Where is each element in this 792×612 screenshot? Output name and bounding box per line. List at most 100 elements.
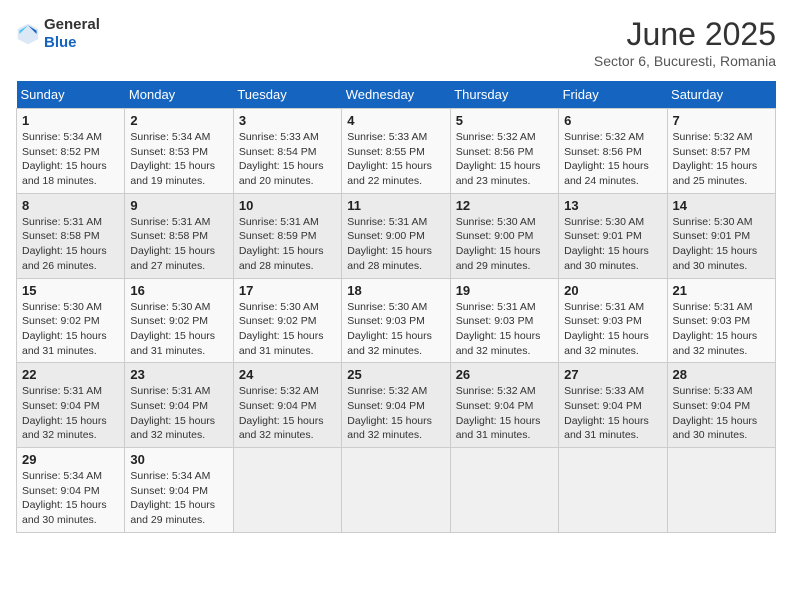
day-info: Sunrise: 5:32 AM Sunset: 9:04 PM Dayligh…	[456, 384, 553, 443]
day-info: Sunrise: 5:34 AM Sunset: 8:53 PM Dayligh…	[130, 130, 227, 189]
calendar-cell: 24 Sunrise: 5:32 AM Sunset: 9:04 PM Dayli…	[233, 363, 341, 448]
calendar-cell: 17Sunrise: 5:30 AM Sunset: 9:02 PM Dayli…	[233, 278, 341, 363]
calendar-cell: 18 Sunrise: 5:30 AM Sunset: 9:03 PM Dayli…	[342, 278, 450, 363]
day-number: 1	[22, 113, 119, 128]
weekday-header-wednesday: Wednesday	[342, 81, 450, 109]
day-info: Sunrise: 5:32 AM Sunset: 8:57 PM Dayligh…	[673, 130, 770, 189]
day-info: Sunrise: 5:30 AM Sunset: 9:01 PM Dayligh…	[673, 215, 770, 274]
calendar-cell: 6Sunrise: 5:32 AM Sunset: 8:56 PM Daylig…	[559, 109, 667, 194]
calendar-cell: 30 Sunrise: 5:34 AM Sunset: 9:04 PM Dayli…	[125, 448, 233, 533]
day-number: 21	[673, 283, 770, 298]
header: General Blue June 2025 Sector 6, Bucures…	[16, 16, 776, 69]
calendar-cell: 26 Sunrise: 5:32 AM Sunset: 9:04 PM Dayli…	[450, 363, 558, 448]
day-number: 15	[22, 283, 119, 298]
day-number: 9	[130, 198, 227, 213]
calendar-cell	[342, 448, 450, 533]
day-number: 20	[564, 283, 661, 298]
weekday-header-sunday: Sunday	[17, 81, 125, 109]
day-number: 27	[564, 367, 661, 382]
calendar-cell: 12 Sunrise: 5:30 AM Sunset: 9:00 PM Dayli…	[450, 193, 558, 278]
calendar-cell: 16 Sunrise: 5:30 AM Sunset: 9:02 PM Dayli…	[125, 278, 233, 363]
day-number: 11	[347, 198, 444, 213]
calendar-cell: 21Sunrise: 5:31 AM Sunset: 9:03 PM Dayli…	[667, 278, 775, 363]
calendar-cell: 28Sunrise: 5:33 AM Sunset: 9:04 PM Dayli…	[667, 363, 775, 448]
day-number: 8	[22, 198, 119, 213]
day-info: Sunrise: 5:30 AM Sunset: 9:00 PM Dayligh…	[456, 215, 553, 274]
day-info: Sunrise: 5:33 AM Sunset: 8:54 PM Dayligh…	[239, 130, 336, 189]
day-number: 30	[130, 452, 227, 467]
day-info: Sunrise: 5:33 AM Sunset: 9:04 PM Dayligh…	[564, 384, 661, 443]
calendar-week-4: 22 Sunrise: 5:31 AM Sunset: 9:04 PM Dayli…	[17, 363, 776, 448]
day-info: Sunrise: 5:30 AM Sunset: 9:02 PM Dayligh…	[22, 300, 119, 359]
day-number: 5	[456, 113, 553, 128]
calendar-cell: 14 Sunrise: 5:30 AM Sunset: 9:01 PM Dayli…	[667, 193, 775, 278]
title-area: June 2025 Sector 6, Bucuresti, Romania	[594, 16, 776, 69]
calendar-cell: 8 Sunrise: 5:31 AM Sunset: 8:58 PM Daylig…	[17, 193, 125, 278]
day-info: Sunrise: 5:34 AM Sunset: 8:52 PM Dayligh…	[22, 130, 119, 189]
day-info: Sunrise: 5:31 AM Sunset: 9:04 PM Dayligh…	[130, 384, 227, 443]
day-number: 2	[130, 113, 227, 128]
day-info: Sunrise: 5:31 AM Sunset: 8:58 PM Dayligh…	[130, 215, 227, 274]
logo-text: General Blue	[44, 16, 100, 52]
calendar-table: SundayMondayTuesdayWednesdayThursdayFrid…	[16, 81, 776, 533]
calendar-cell	[450, 448, 558, 533]
day-number: 18	[347, 283, 444, 298]
day-info: Sunrise: 5:32 AM Sunset: 9:04 PM Dayligh…	[239, 384, 336, 443]
calendar-cell: 23 Sunrise: 5:31 AM Sunset: 9:04 PM Dayli…	[125, 363, 233, 448]
calendar-cell: 2 Sunrise: 5:34 AM Sunset: 8:53 PM Daylig…	[125, 109, 233, 194]
calendar-week-5: 29Sunrise: 5:34 AM Sunset: 9:04 PM Dayli…	[17, 448, 776, 533]
weekday-header-friday: Friday	[559, 81, 667, 109]
day-number: 3	[239, 113, 336, 128]
calendar-cell: 5Sunrise: 5:32 AM Sunset: 8:56 PM Daylig…	[450, 109, 558, 194]
day-number: 19	[456, 283, 553, 298]
calendar-cell: 1 Sunrise: 5:34 AM Sunset: 8:52 PM Daylig…	[17, 109, 125, 194]
day-info: Sunrise: 5:31 AM Sunset: 9:03 PM Dayligh…	[456, 300, 553, 359]
calendar-week-2: 8 Sunrise: 5:31 AM Sunset: 8:58 PM Daylig…	[17, 193, 776, 278]
weekday-header-thursday: Thursday	[450, 81, 558, 109]
calendar-cell: 4 Sunrise: 5:33 AM Sunset: 8:55 PM Daylig…	[342, 109, 450, 194]
day-number: 7	[673, 113, 770, 128]
day-info: Sunrise: 5:31 AM Sunset: 9:00 PM Dayligh…	[347, 215, 444, 274]
day-info: Sunrise: 5:30 AM Sunset: 9:01 PM Dayligh…	[564, 215, 661, 274]
day-number: 22	[22, 367, 119, 382]
calendar-cell: 11 Sunrise: 5:31 AM Sunset: 9:00 PM Dayli…	[342, 193, 450, 278]
day-info: Sunrise: 5:32 AM Sunset: 8:56 PM Dayligh…	[564, 130, 661, 189]
day-number: 25	[347, 367, 444, 382]
day-number: 23	[130, 367, 227, 382]
weekday-header-tuesday: Tuesday	[233, 81, 341, 109]
day-info: Sunrise: 5:32 AM Sunset: 9:04 PM Dayligh…	[347, 384, 444, 443]
calendar-cell: 10 Sunrise: 5:31 AM Sunset: 8:59 PM Dayli…	[233, 193, 341, 278]
calendar-cell: 13Sunrise: 5:30 AM Sunset: 9:01 PM Dayli…	[559, 193, 667, 278]
calendar-cell: 7 Sunrise: 5:32 AM Sunset: 8:57 PM Daylig…	[667, 109, 775, 194]
day-info: Sunrise: 5:30 AM Sunset: 9:02 PM Dayligh…	[130, 300, 227, 359]
logo-icon	[16, 22, 40, 46]
calendar-cell: 19 Sunrise: 5:31 AM Sunset: 9:03 PM Dayli…	[450, 278, 558, 363]
day-number: 24	[239, 367, 336, 382]
calendar-cell: 9 Sunrise: 5:31 AM Sunset: 8:58 PM Daylig…	[125, 193, 233, 278]
calendar-week-1: 1 Sunrise: 5:34 AM Sunset: 8:52 PM Daylig…	[17, 109, 776, 194]
logo: General Blue	[16, 16, 100, 52]
weekday-header-monday: Monday	[125, 81, 233, 109]
day-number: 16	[130, 283, 227, 298]
day-info: Sunrise: 5:33 AM Sunset: 8:55 PM Dayligh…	[347, 130, 444, 189]
calendar-week-3: 15 Sunrise: 5:30 AM Sunset: 9:02 PM Dayli…	[17, 278, 776, 363]
day-number: 26	[456, 367, 553, 382]
calendar-cell: 15 Sunrise: 5:30 AM Sunset: 9:02 PM Dayli…	[17, 278, 125, 363]
day-number: 10	[239, 198, 336, 213]
calendar-cell: 29Sunrise: 5:34 AM Sunset: 9:04 PM Dayli…	[17, 448, 125, 533]
day-number: 4	[347, 113, 444, 128]
day-info: Sunrise: 5:30 AM Sunset: 9:03 PM Dayligh…	[347, 300, 444, 359]
day-info: Sunrise: 5:31 AM Sunset: 9:04 PM Dayligh…	[22, 384, 119, 443]
day-info: Sunrise: 5:31 AM Sunset: 8:58 PM Dayligh…	[22, 215, 119, 274]
day-info: Sunrise: 5:34 AM Sunset: 9:04 PM Dayligh…	[22, 469, 119, 528]
day-info: Sunrise: 5:34 AM Sunset: 9:04 PM Dayligh…	[130, 469, 227, 528]
calendar-cell: 25 Sunrise: 5:32 AM Sunset: 9:04 PM Dayli…	[342, 363, 450, 448]
day-info: Sunrise: 5:31 AM Sunset: 8:59 PM Dayligh…	[239, 215, 336, 274]
day-number: 12	[456, 198, 553, 213]
calendar-cell: 3 Sunrise: 5:33 AM Sunset: 8:54 PM Daylig…	[233, 109, 341, 194]
day-number: 14	[673, 198, 770, 213]
day-info: Sunrise: 5:30 AM Sunset: 9:02 PM Dayligh…	[239, 300, 336, 359]
calendar-body: 1 Sunrise: 5:34 AM Sunset: 8:52 PM Daylig…	[17, 109, 776, 533]
day-number: 28	[673, 367, 770, 382]
day-info: Sunrise: 5:31 AM Sunset: 9:03 PM Dayligh…	[564, 300, 661, 359]
